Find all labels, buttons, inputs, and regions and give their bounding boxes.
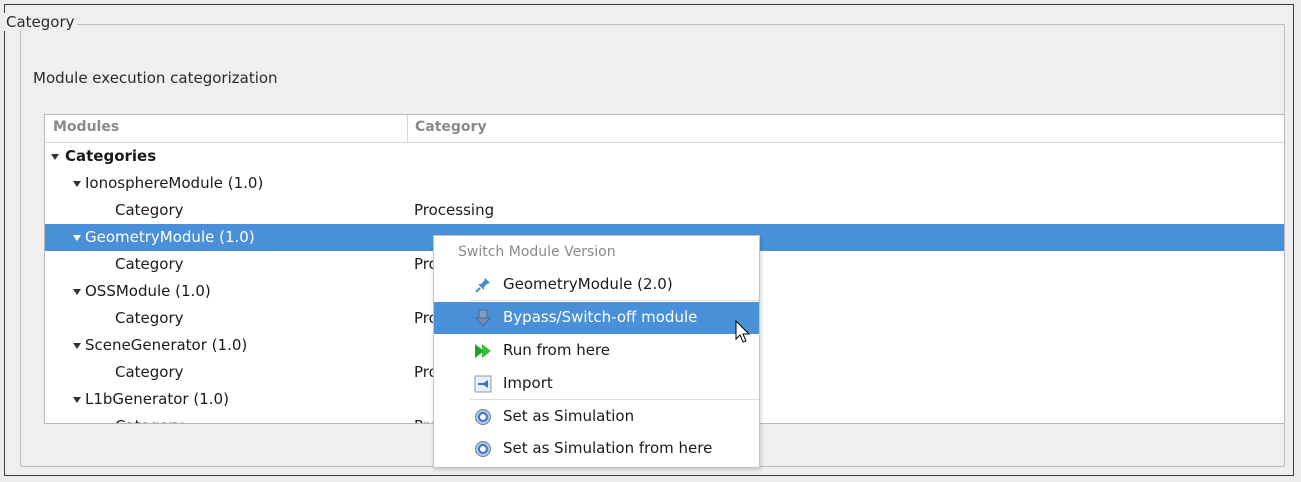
menu-item-bypass-module[interactable]: Bypass/Switch-off module [434, 302, 759, 334]
pin-icon [475, 278, 490, 293]
expand-arrow-icon[interactable] [73, 289, 81, 295]
menu-item-import[interactable]: Import [434, 368, 759, 400]
menu-item-run-from-here[interactable]: Run from here [434, 335, 759, 367]
expand-arrow-icon[interactable] [51, 154, 59, 160]
tree-row-value: Processing [414, 201, 495, 219]
column-divider[interactable] [407, 115, 408, 142]
description-label: Module execution categorization [33, 69, 278, 87]
menu-separator [470, 399, 759, 400]
tree-row-label: Category [115, 201, 184, 219]
tree-row-label: SceneGenerator (1.0) [85, 336, 248, 354]
menu-item-switch-version[interactable]: GeometryModule (2.0) [434, 269, 759, 301]
tree-row-label: Category [115, 417, 184, 423]
menu-separator [470, 300, 759, 301]
tree-row-label: OSSModule (1.0) [85, 282, 211, 300]
menu-section-title: Switch Module Version [458, 244, 616, 260]
run-forward-icon [475, 344, 491, 358]
gear-icon [475, 409, 491, 425]
tree-row-label: GeometryModule (1.0) [85, 228, 255, 246]
menu-item-label: Bypass/Switch-off module [503, 308, 698, 326]
menu-item-label: Set as Simulation [503, 407, 635, 425]
column-header-category[interactable]: Category [415, 119, 487, 135]
menu-item-set-as-simulation-from-here[interactable]: Set as Simulation from here [434, 433, 759, 465]
groupbox-title: Category [4, 13, 77, 31]
menu-item-label: GeometryModule (2.0) [503, 275, 673, 293]
bypass-icon [474, 309, 492, 327]
menu-item-label: Set as Simulation from here [503, 439, 713, 457]
menu-item-set-as-simulation[interactable]: Set as Simulation [434, 401, 759, 433]
expand-arrow-icon[interactable] [73, 343, 81, 349]
tree-row-label: Categories [65, 147, 157, 165]
tree-row-label: IonosphereModule (1.0) [85, 174, 264, 192]
mouse-cursor-icon [735, 320, 751, 343]
expand-arrow-icon[interactable] [73, 181, 81, 187]
tree-row-module[interactable]: IonosphereModule (1.0) [45, 170, 1284, 197]
tree-header: Modules Category [45, 115, 1284, 143]
tree-row-label: L1bGenerator (1.0) [85, 390, 229, 408]
context-menu: Switch Module Version GeometryModule (2.… [433, 235, 760, 468]
expand-arrow-icon[interactable] [73, 397, 81, 403]
menu-item-label: Import [503, 374, 553, 392]
tree-row-module[interactable]: Categories [45, 143, 1284, 170]
menu-item-label: Run from here [503, 341, 611, 359]
expand-arrow-icon[interactable] [73, 235, 81, 241]
gear-icon [475, 441, 491, 457]
import-icon [474, 375, 492, 393]
tree-row-label: Category [115, 363, 184, 381]
tree-row-category[interactable]: Category Processing [45, 197, 1284, 224]
column-header-modules[interactable]: Modules [53, 119, 119, 135]
tree-row-label: Category [115, 309, 184, 327]
tree-row-label: Category [115, 255, 184, 273]
